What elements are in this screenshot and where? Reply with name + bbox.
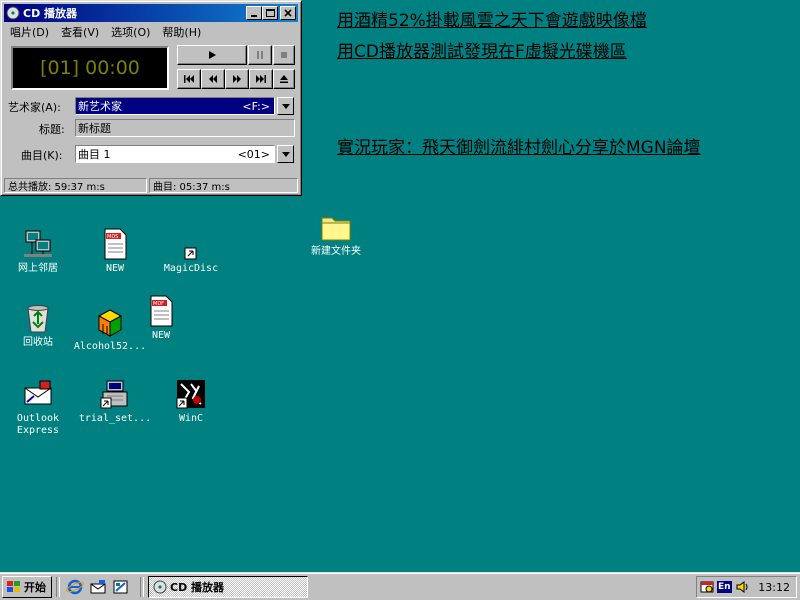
taskbar-button-label: CD 播放器 [170,581,225,594]
track-dropdown-button[interactable] [277,145,294,163]
taskbar-button-cd-player[interactable]: CD 播放器 [148,576,308,598]
desktop-icon-label: MagicDisc [163,263,219,274]
minimize-button[interactable] [246,6,262,20]
taskbar-separator [56,577,60,597]
desktop-icon-label: 网上邻居 [18,263,58,274]
windows-logo-icon [6,580,22,594]
next-track-button[interactable] [249,69,273,89]
desktop-icon-label: 新建文件夹 [311,246,361,257]
mds-file-icon: MDS [99,228,131,260]
winc-icon [175,378,207,410]
overlay-text-line-1: 用酒精52%掛載風雲之天下會遊戲映像檔 [337,11,647,31]
menu-bar: 唱片(D) 查看(V) 选项(O) 帮助(H) [4,23,298,41]
desktop-icon-recycle-bin[interactable]: 回收站 [0,302,78,349]
svg-text:MDF: MDF [153,301,164,307]
setup-icon [99,378,131,410]
desktop-icon-new-folder[interactable]: 新建文件夹 [296,211,376,258]
menu-options[interactable]: 选项(O) [105,24,156,40]
menu-disc[interactable]: 唱片(D) [4,24,55,40]
volume-icon[interactable] [735,580,749,594]
stop-icon [281,52,287,58]
minimize-icon [251,15,257,17]
internet-explorer-icon[interactable] [66,578,84,596]
language-indicator[interactable]: En [717,581,732,593]
fast-forward-icon [233,75,241,83]
desktop-icon-trial-setup[interactable]: trial_set... [75,378,155,425]
start-button[interactable]: 开始 [2,576,52,598]
window-titlebar[interactable]: CD 播放器 [4,4,298,22]
desktop-icon-winc[interactable]: WinC [151,378,231,425]
artist-value: 新艺术家 [78,100,122,113]
svg-text:MDS: MDS [107,234,118,240]
shortcut-icon [175,228,207,260]
menu-view[interactable]: 查看(V) [55,24,105,40]
chevron-down-icon [281,151,290,157]
desktop-icon-label: trial_set... [78,413,152,424]
chevron-down-icon [281,103,290,109]
title-value: 新标题 [78,122,111,135]
network-neighborhood-icon [22,228,54,260]
taskbar: 开始 CD 播放器 En 13:12 [0,572,800,600]
recycle-bin-icon [22,302,54,334]
status-track-time: 曲目: 05:37 m:s [149,178,298,193]
cd-app-icon [6,6,20,20]
desktop-icon-outlook-express[interactable]: Outlook Express [0,378,78,437]
outlook-express-quicklaunch-icon[interactable] [89,578,107,596]
artist-label: 艺术家(A): [8,101,61,114]
cd-player-window[interactable]: CD 播放器 唱片(D) 查看(V) 选项(O) 帮助(H) [01] 00:0… [0,0,302,196]
close-icon [284,9,292,17]
clock[interactable]: 13:12 [758,581,790,594]
desktop-icon-label: Outlook Express [16,413,60,436]
desktop-icon-label: WinC [178,413,204,424]
maximize-button[interactable] [262,6,278,20]
pause-button[interactable] [248,45,272,65]
close-button[interactable] [280,6,296,20]
outlook-express-icon [22,378,54,410]
rewind-button[interactable] [201,69,225,89]
fast-forward-button[interactable] [225,69,249,89]
time-display: [01] 00:00 [11,46,169,90]
play-button[interactable] [177,45,247,65]
system-tray: En 13:12 [696,576,797,598]
artist-combobox[interactable]: 新艺术家 <F:> [75,97,275,115]
taskbar-separator [140,577,144,597]
stop-button[interactable] [273,45,295,65]
start-label: 开始 [24,581,46,594]
previous-track-button[interactable] [177,69,201,89]
desktop-icon-label: NEW [105,263,125,274]
desktop-icon-label: NEW [151,330,171,341]
track-number: <01> [237,147,270,161]
artist-dropdown-button[interactable] [277,97,294,115]
title-label: 标题: [39,123,65,136]
folder-icon [320,211,352,243]
desktop-icon-new-mdf[interactable]: MDF NEW [121,295,201,342]
cd-app-icon [153,580,167,594]
play-icon [209,51,216,59]
track-value: 曲目 1 [78,148,111,161]
scheduler-icon[interactable] [700,580,714,594]
artist-drive: <F:> [242,99,270,113]
maximize-icon [265,9,275,17]
title-field[interactable]: 新标题 [75,119,295,137]
menu-help[interactable]: 帮助(H) [156,24,207,40]
mdf-file-icon: MDF [145,295,177,327]
rewind-icon [209,75,217,83]
next-track-icon [256,75,266,83]
overlay-text-line-3: 實況玩家：飛天御劍流緋村劍心分享於MGN論壇 [337,138,701,158]
desktop-icon-magicdisc[interactable]: MagicDisc [151,228,231,275]
show-desktop-icon[interactable] [112,578,130,596]
desktop-icon-label: Alcohol52... [73,341,147,352]
eject-button[interactable] [273,69,295,89]
previous-track-icon [184,75,194,83]
desktop-icon-network[interactable]: 网上邻居 [0,228,78,275]
track-combobox[interactable]: 曲目 1 <01> [75,145,275,163]
pause-icon [257,51,263,59]
desktop-icon-new-mds[interactable]: MDS NEW [75,228,155,275]
overlay-text-line-2: 用CD播放器測試發現在F虛擬光碟機區 [337,42,627,62]
eject-icon [280,75,288,83]
status-total-play: 总共播放: 59:37 m:s [4,178,147,193]
desktop-icon-label: 回收站 [23,337,53,348]
window-title: CD 播放器 [23,7,78,20]
track-label: 曲目(K): [21,149,63,162]
